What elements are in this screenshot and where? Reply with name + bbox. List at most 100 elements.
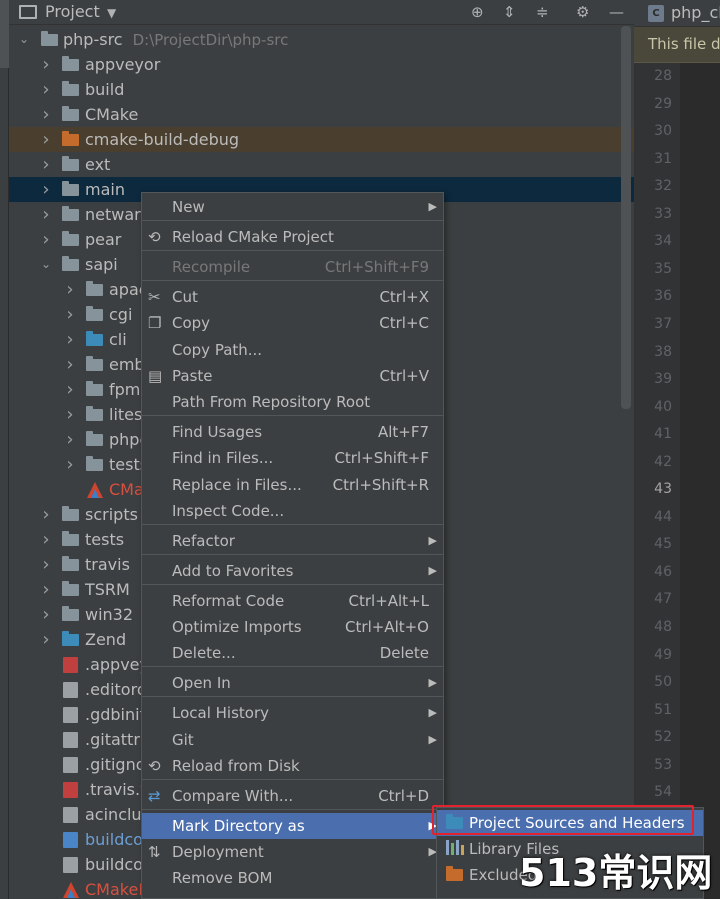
- hide-icon[interactable]: —: [609, 1, 624, 23]
- chevron-right-icon[interactable]: ›: [39, 152, 53, 177]
- panel-title[interactable]: Project: [45, 2, 100, 21]
- menu-item-label: Reformat Code: [172, 592, 285, 610]
- chevron-right-icon[interactable]: ›: [39, 502, 53, 527]
- project-tool-tab[interactable]: [0, 0, 9, 68]
- tree-scrollbar[interactable]: [621, 26, 631, 409]
- folder-icon: [86, 331, 103, 346]
- menu-item-copy[interactable]: ❐ Copy Ctrl+C: [142, 310, 443, 336]
- tree-row-php-src[interactable]: ⌄ php-src D:\ProjectDir\php-src: [9, 27, 634, 52]
- menu-item-recompile[interactable]: Recompile Ctrl+Shift+F9: [142, 254, 443, 280]
- menu-item-open-in[interactable]: Open In ▶: [142, 670, 443, 696]
- chevron-right-icon[interactable]: ›: [39, 627, 53, 652]
- menu-item-replace-in-files[interactable]: Replace in Files... Ctrl+Shift+R: [142, 472, 443, 498]
- menu-item-reload-from-disk[interactable]: ⟲ Reload from Disk: [142, 753, 443, 779]
- tree-item-label: scripts: [85, 505, 138, 524]
- folder-icon: [86, 281, 103, 296]
- menu-item-new[interactable]: New ▶: [142, 194, 443, 220]
- editor-tab[interactable]: C php_cl: [634, 0, 720, 27]
- tree-item-label: .gitigno: [85, 755, 146, 774]
- cmake-icon: [87, 482, 103, 498]
- expand-all-icon[interactable]: ⇕: [503, 1, 516, 23]
- collapse-all-icon[interactable]: ≑: [536, 1, 549, 23]
- menu-item-compare-with[interactable]: ⇄ Compare With... Ctrl+D: [142, 783, 443, 809]
- chevron-down-icon[interactable]: ⌄: [39, 252, 53, 277]
- menu-item-label: Cut: [172, 288, 198, 306]
- chevron-right-icon[interactable]: ›: [39, 202, 53, 227]
- file-icon: [63, 682, 78, 698]
- tree-row[interactable]: › ext: [9, 152, 634, 177]
- tree-root-name: php-src: [63, 30, 123, 49]
- submenu-item-label: Project Sources and Headers: [469, 814, 685, 832]
- chevron-right-icon[interactable]: ›: [63, 402, 77, 427]
- chevron-right-icon[interactable]: ›: [63, 302, 77, 327]
- menu-item-copy-path[interactable]: Copy Path...: [142, 337, 443, 363]
- folder-icon: [62, 106, 79, 121]
- settings-icon[interactable]: ⚙: [576, 1, 589, 23]
- menu-item-add-to-favorites[interactable]: Add to Favorites ▶: [142, 558, 443, 584]
- menu-item-cut[interactable]: ✂ Cut Ctrl+X: [142, 284, 443, 310]
- chevron-down-icon[interactable]: ⌄: [17, 27, 31, 52]
- menu-item-label: Path From Repository Root: [172, 393, 371, 411]
- chevron-right-icon[interactable]: ›: [39, 127, 53, 152]
- chevron-right-icon[interactable]: ›: [39, 177, 53, 202]
- tree-item-label: .gitattri: [85, 730, 145, 749]
- chevron-right-icon[interactable]: ›: [63, 327, 77, 352]
- chevron-right-icon[interactable]: ›: [39, 552, 53, 577]
- chevron-right-icon[interactable]: ›: [39, 227, 53, 252]
- line-number: 30: [654, 123, 672, 140]
- menu-item-delete[interactable]: Delete... Delete: [142, 640, 443, 666]
- menu-item-label: Find in Files...: [172, 449, 274, 467]
- menu-item-git[interactable]: Git ▶: [142, 727, 443, 753]
- chevron-right-icon[interactable]: ›: [39, 102, 53, 127]
- locate-icon[interactable]: ⊕: [471, 1, 484, 23]
- chevron-right-icon[interactable]: ›: [39, 52, 53, 77]
- tree-item-label: .gdbinit: [85, 705, 146, 724]
- menu-item-deployment[interactable]: ⇅ Deployment ▶: [142, 839, 443, 865]
- menu-item-find-usages[interactable]: Find Usages Alt+F7: [142, 419, 443, 445]
- folder-icon: [62, 181, 79, 196]
- menu-item-path-from-repository-root[interactable]: Path From Repository Root: [142, 389, 443, 415]
- line-number: 47: [654, 591, 672, 608]
- submenu-item-project-sources-and-headers[interactable]: Project Sources and Headers: [437, 810, 703, 836]
- menu-item-find-in-files[interactable]: Find in Files... Ctrl+Shift+F: [142, 445, 443, 471]
- tree-row[interactable]: › cmake-build-debug: [9, 127, 634, 152]
- tree-item-label: TSRM: [85, 580, 130, 599]
- menu-item-label: Remove BOM: [172, 869, 273, 887]
- menu-item-shortcut: Ctrl+Alt+O: [345, 618, 429, 636]
- chevron-right-icon[interactable]: ›: [39, 527, 53, 552]
- menu-separator: [142, 524, 443, 525]
- menu-item-reformat-code[interactable]: Reformat Code Ctrl+Alt+L: [142, 588, 443, 614]
- chevron-right-icon[interactable]: ›: [63, 427, 77, 452]
- chevron-down-icon[interactable]: ▼: [107, 2, 116, 24]
- menu-item-shortcut: Ctrl+C: [379, 314, 429, 332]
- file-icon: [63, 757, 78, 773]
- tree-item-label: .appvey: [85, 655, 149, 674]
- menu-item-mark-directory-as[interactable]: Mark Directory as ▶: [142, 813, 443, 839]
- menu-item-optimize-imports[interactable]: Optimize Imports Ctrl+Alt+O: [142, 614, 443, 640]
- menu-item-refactor[interactable]: Refactor ▶: [142, 528, 443, 554]
- chevron-right-icon[interactable]: ›: [39, 577, 53, 602]
- menu-item-label: Open In: [172, 674, 231, 692]
- menu-item-label: Inspect Code...: [172, 502, 285, 520]
- menu-item-remove-bom[interactable]: Remove BOM: [142, 865, 443, 891]
- tree-row[interactable]: › CMake: [9, 102, 634, 127]
- reload-icon: ⟲: [148, 228, 161, 246]
- tree-item-label: sapi: [85, 255, 118, 274]
- chevron-right-icon[interactable]: ›: [39, 602, 53, 627]
- tree-row[interactable]: › build: [9, 77, 634, 102]
- tree-root-path: D:\ProjectDir\php-src: [132, 31, 289, 49]
- chevron-right-icon[interactable]: ›: [63, 452, 77, 477]
- chevron-right-icon[interactable]: ›: [39, 77, 53, 102]
- chevron-right-icon[interactable]: ›: [63, 277, 77, 302]
- menu-item-reload-cmake-project[interactable]: ⟲ Reload CMake Project: [142, 224, 443, 250]
- tree-item-label: cgi: [109, 305, 133, 324]
- chevron-right-icon[interactable]: ›: [63, 377, 77, 402]
- folder-icon: [86, 406, 103, 421]
- menu-item-paste[interactable]: ▤ Paste Ctrl+V: [142, 363, 443, 389]
- cmake-icon: [63, 882, 79, 898]
- tree-row[interactable]: › appveyor: [9, 52, 634, 77]
- menu-item-local-history[interactable]: Local History ▶: [142, 700, 443, 726]
- menu-item-inspect-code[interactable]: Inspect Code...: [142, 498, 443, 524]
- tree-root-label: php-src D:\ProjectDir\php-src: [63, 27, 288, 53]
- chevron-right-icon[interactable]: ›: [63, 352, 77, 377]
